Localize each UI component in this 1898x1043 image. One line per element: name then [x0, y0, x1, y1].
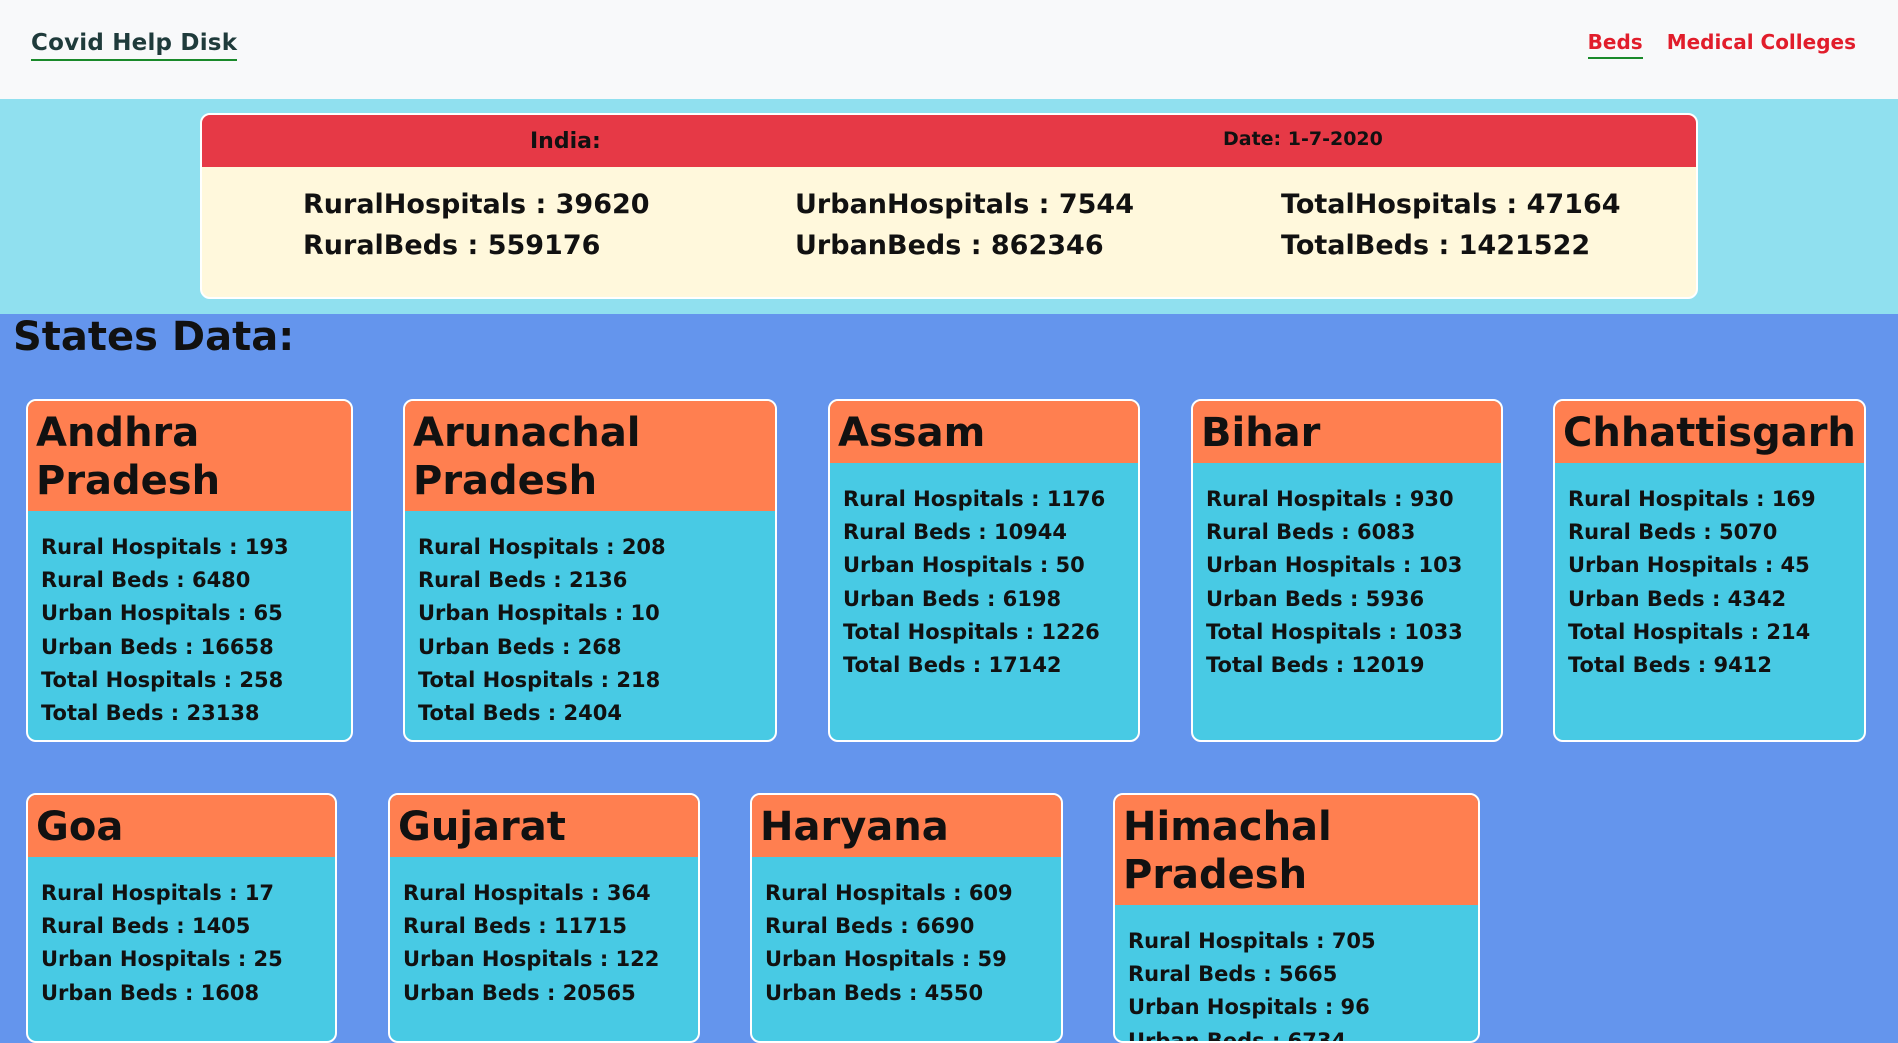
state-rural-beds: Rural Beds : 5070 [1568, 520, 1778, 545]
state-rural-beds: Rural Beds : 11715 [403, 914, 628, 939]
state-rural-beds: Rural Beds : 6083 [1206, 520, 1416, 545]
state-card: Haryana Rural Hospitals : 609 Rural Beds… [750, 793, 1063, 1043]
state-urban-beds: Urban Beds : 16658 [41, 634, 274, 659]
state-name: Goa [28, 795, 335, 857]
state-urban-beds: Urban Beds : 268 [418, 634, 622, 659]
state-rural-hospitals: Rural Hospitals : 609 [765, 881, 1013, 905]
state-total-hospitals: Total Hospitals : 218 [418, 667, 661, 692]
state-name: Assam [830, 401, 1138, 463]
state-urban-beds: Urban Beds : 4342 [1568, 586, 1787, 611]
india-title: India: [530, 129, 601, 154]
state-urban-beds: Urban Beds : 4550 [765, 980, 984, 1005]
navbar: Covid Help Disk Beds Medical Colleges [0, 0, 1898, 99]
state-card: Assam Rural Hospitals : 1176 Rural Beds … [828, 399, 1140, 742]
state-urban-beds: Urban Beds : 5936 [1206, 586, 1425, 611]
state-total-hospitals: Total Hospitals : 1033 [1206, 619, 1463, 644]
brand-link[interactable]: Covid Help Disk [31, 30, 238, 61]
state-urban-hospitals: Urban Hospitals : 10 [418, 601, 660, 626]
state-name: Haryana [752, 795, 1061, 857]
state-details: Rural Hospitals : 1176 Rural Beds : 1094… [830, 463, 1138, 682]
state-card: Gujarat Rural Hospitals : 364 Rural Beds… [388, 793, 700, 1043]
nav-links: Beds Medical Colleges [1587, 30, 1856, 59]
state-card: Andhra Pradesh Rural Hospitals : 193 Rur… [26, 399, 353, 742]
nav-link-medical-colleges[interactable]: Medical Colleges [1667, 30, 1856, 59]
india-date: Date: 1-7-2020 [1223, 128, 1383, 150]
state-rural-hospitals: Rural Hospitals : 17 [41, 881, 275, 905]
state-card: Goa Rural Hospitals : 17 Rural Beds : 14… [26, 793, 337, 1043]
state-total-beds: Total Beds : 12019 [1206, 653, 1425, 678]
state-rural-hospitals: Rural Hospitals : 705 [1128, 929, 1376, 953]
state-rural-beds: Rural Beds : 6690 [765, 914, 975, 939]
state-urban-hospitals: Urban Hospitals : 103 [1206, 553, 1463, 578]
state-urban-hospitals: Urban Hospitals : 25 [41, 947, 283, 972]
state-urban-beds: Urban Beds : 1608 [41, 980, 260, 1005]
india-summary-section: India: Date: 1-7-2020 RuralHospitals : 3… [0, 99, 1898, 314]
state-urban-hospitals: Urban Hospitals : 50 [843, 553, 1085, 578]
state-details: Rural Hospitals : 193 Rural Beds : 6480 … [28, 511, 351, 730]
state-name: Himachal Pradesh [1115, 795, 1478, 905]
state-total-beds: Total Beds : 9412 [1568, 653, 1772, 678]
state-details: Rural Hospitals : 930 Rural Beds : 6083 … [1193, 463, 1501, 682]
state-name: Andhra Pradesh [28, 401, 351, 511]
state-name: Gujarat [390, 795, 698, 857]
state-rural-hospitals: Rural Hospitals : 930 [1206, 487, 1454, 511]
stat-rural-beds: RuralBeds : 559176 [303, 230, 601, 261]
state-details: Rural Hospitals : 169 Rural Beds : 5070 … [1555, 463, 1864, 682]
state-rural-beds: Rural Beds : 2136 [418, 568, 628, 593]
state-name: Chhattisgarh [1555, 401, 1864, 463]
state-urban-beds: Urban Beds : 6198 [843, 586, 1062, 611]
state-card: Chhattisgarh Rural Hospitals : 169 Rural… [1553, 399, 1866, 742]
state-urban-hospitals: Urban Hospitals : 122 [403, 947, 660, 972]
state-urban-hospitals: Urban Hospitals : 59 [765, 947, 1007, 972]
state-name: Arunachal Pradesh [405, 401, 775, 511]
state-card: Arunachal Pradesh Rural Hospitals : 208 … [403, 399, 777, 742]
state-total-hospitals: Total Hospitals : 258 [41, 667, 284, 692]
state-urban-hospitals: Urban Hospitals : 45 [1568, 553, 1810, 578]
stat-urban-hospitals: UrbanHospitals : 7544 [795, 189, 1135, 220]
states-title: States Data: [13, 314, 295, 360]
stat-total-hospitals: TotalHospitals : 47164 [1281, 189, 1621, 220]
state-urban-hospitals: Urban Hospitals : 96 [1128, 995, 1370, 1020]
india-summary-card: India: Date: 1-7-2020 RuralHospitals : 3… [200, 113, 1698, 299]
state-details: Rural Hospitals : 17 Rural Beds : 1405 U… [28, 857, 335, 1010]
nav-link-beds[interactable]: Beds [1587, 30, 1643, 59]
state-rural-beds: Rural Beds : 10944 [843, 520, 1068, 545]
state-rural-hospitals: Rural Hospitals : 193 [41, 535, 289, 559]
state-rural-beds: Rural Beds : 6480 [41, 568, 251, 593]
state-rural-beds: Rural Beds : 5665 [1128, 962, 1338, 987]
state-total-hospitals: Total Hospitals : 1226 [843, 619, 1100, 644]
india-stats: RuralHospitals : 39620 UrbanHospitals : … [202, 167, 1696, 261]
state-urban-beds: Urban Beds : 20565 [403, 980, 636, 1005]
state-card: Himachal Pradesh Rural Hospitals : 705 R… [1113, 793, 1480, 1043]
state-card: Bihar Rural Hospitals : 930 Rural Beds :… [1191, 399, 1503, 742]
state-rural-beds: Rural Beds : 1405 [41, 914, 251, 939]
state-total-beds: Total Beds : 17142 [843, 653, 1062, 678]
state-rural-hospitals: Rural Hospitals : 364 [403, 881, 651, 905]
state-details: Rural Hospitals : 364 Rural Beds : 11715… [390, 857, 698, 1010]
state-details: Rural Hospitals : 609 Rural Beds : 6690 … [752, 857, 1061, 1010]
state-rural-hospitals: Rural Hospitals : 1176 [843, 487, 1106, 511]
stat-total-beds: TotalBeds : 1421522 [1281, 230, 1591, 261]
state-urban-hospitals: Urban Hospitals : 65 [41, 601, 283, 626]
state-total-hospitals: Total Hospitals : 214 [1568, 619, 1811, 644]
stat-urban-beds: UrbanBeds : 862346 [795, 230, 1104, 261]
state-name: Bihar [1193, 401, 1501, 463]
state-details: Rural Hospitals : 705 Rural Beds : 5665 … [1115, 905, 1478, 1043]
state-total-beds: Total Beds : 23138 [41, 701, 260, 726]
state-total-beds: Total Beds : 2404 [418, 701, 622, 726]
state-details: Rural Hospitals : 208 Rural Beds : 2136 … [405, 511, 775, 730]
india-summary-header: India: Date: 1-7-2020 [202, 115, 1696, 167]
state-rural-hospitals: Rural Hospitals : 208 [418, 535, 666, 559]
stat-rural-hospitals: RuralHospitals : 39620 [303, 189, 650, 220]
state-rural-hospitals: Rural Hospitals : 169 [1568, 487, 1816, 511]
state-urban-beds: Urban Beds : 6734 [1128, 1028, 1347, 1043]
